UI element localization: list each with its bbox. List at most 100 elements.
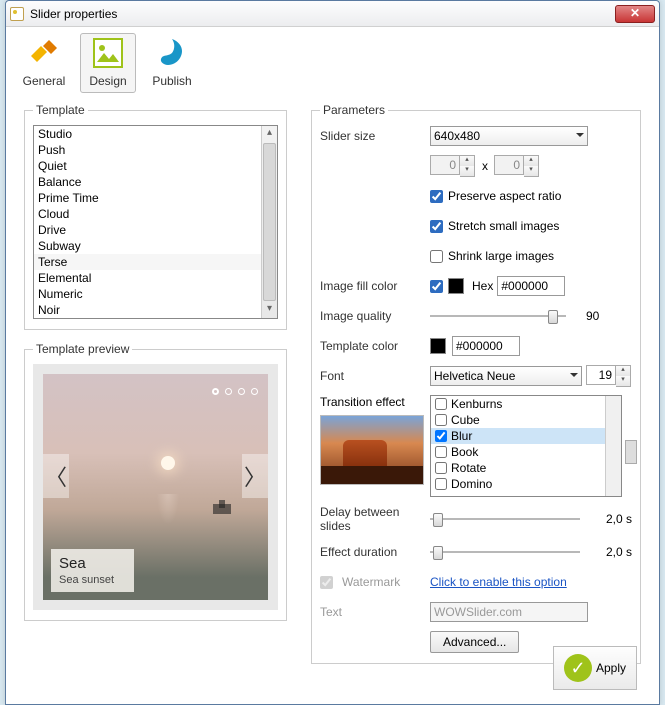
caption-title: Sea xyxy=(59,555,114,572)
template-color-label: Template color xyxy=(320,339,430,353)
effects-list[interactable]: KenburnsCubeBlurBookRotateDomino xyxy=(430,395,622,497)
template-item[interactable]: Cloud xyxy=(34,206,261,222)
apply-label: Apply xyxy=(596,661,626,675)
effect-checkbox[interactable] xyxy=(435,414,447,426)
template-item[interactable]: Push xyxy=(34,142,261,158)
effect-item[interactable]: Cube xyxy=(431,412,605,428)
effects-scroll-thumb[interactable] xyxy=(625,440,637,464)
shrink-checkbox[interactable] xyxy=(430,250,443,263)
effect-checkbox[interactable] xyxy=(435,430,447,442)
preview-sun xyxy=(161,456,175,470)
transition-preview xyxy=(320,415,424,485)
font-select[interactable] xyxy=(430,366,582,386)
text-label: Text xyxy=(320,605,430,619)
template-item[interactable]: Prime Time xyxy=(34,190,261,206)
apply-button[interactable]: ✓ Apply xyxy=(553,646,637,690)
slider-size-label: Slider size xyxy=(320,129,430,143)
caption-subtitle: Sea sunset xyxy=(59,574,114,586)
effect-item[interactable]: Blur xyxy=(431,428,605,444)
effect-item[interactable]: Rotate xyxy=(431,460,605,476)
watermark-label-wrap: Watermark xyxy=(320,575,430,589)
parameters-fieldset: Parameters Slider size ▴▾ x ▴▾ Preserve … xyxy=(311,103,641,664)
tab-general[interactable]: General xyxy=(16,33,72,93)
scroll-up-icon[interactable]: ▴ xyxy=(262,126,277,142)
watermark-enable-link[interactable]: Click to enable this option xyxy=(430,575,567,589)
scrollbar[interactable]: ▴ ▾ xyxy=(261,126,277,318)
effect-label: Domino xyxy=(451,476,492,492)
prev-button[interactable]: 〈 xyxy=(43,454,69,498)
effect-item[interactable]: Book xyxy=(431,444,605,460)
template-item[interactable]: Subway xyxy=(34,238,261,254)
effects-scrollbar[interactable] xyxy=(605,396,621,496)
template-color-input[interactable] xyxy=(452,336,520,356)
effect-duration-slider[interactable] xyxy=(430,543,580,561)
quality-value: 90 xyxy=(586,309,599,323)
template-color-swatch[interactable] xyxy=(430,338,446,354)
template-item[interactable]: Noir xyxy=(34,302,261,318)
toolbar: General Design Publish xyxy=(6,27,659,95)
dot-3[interactable] xyxy=(238,388,245,395)
fill-color-swatch[interactable] xyxy=(448,278,464,294)
effect-duration-value: 2,0 s xyxy=(606,545,632,559)
effect-label: Kenburns xyxy=(451,396,502,412)
delay-value: 2,0 s xyxy=(606,512,632,526)
tab-design-label: Design xyxy=(89,74,126,88)
stretch-label: Stretch small images xyxy=(448,219,559,233)
advanced-button[interactable]: Advanced... xyxy=(430,631,519,653)
template-item[interactable]: Drive xyxy=(34,222,261,238)
preserve-aspect-checkbox[interactable] xyxy=(430,190,443,203)
effect-label: Blur xyxy=(451,428,472,444)
close-button[interactable]: ✕ xyxy=(615,5,655,23)
template-item[interactable]: Balance xyxy=(34,174,261,190)
effect-checkbox[interactable] xyxy=(435,398,447,410)
quality-slider[interactable] xyxy=(430,307,566,325)
effect-checkbox[interactable] xyxy=(435,462,447,474)
next-button[interactable]: 〉 xyxy=(242,454,268,498)
effect-label: Book xyxy=(451,444,478,460)
effect-item[interactable]: Domino xyxy=(431,476,605,492)
dot-2[interactable] xyxy=(225,388,232,395)
effect-checkbox[interactable] xyxy=(435,446,447,458)
app-icon xyxy=(10,7,24,21)
fill-color-checkbox[interactable] xyxy=(430,280,443,293)
preview-reflection xyxy=(155,494,181,530)
template-item[interactable]: Terse xyxy=(34,254,261,270)
dot-4[interactable] xyxy=(251,388,258,395)
fill-hex-input[interactable] xyxy=(497,276,565,296)
tab-general-label: General xyxy=(23,74,66,88)
effect-duration-label: Effect duration xyxy=(320,545,430,559)
slider-size-select[interactable] xyxy=(430,126,588,146)
template-item[interactable]: Elemental xyxy=(34,270,261,286)
effect-checkbox[interactable] xyxy=(435,478,447,490)
titlebar: Slider properties ✕ xyxy=(6,1,659,27)
template-legend: Template xyxy=(33,103,88,117)
pagination-dots xyxy=(212,388,258,395)
dot-1[interactable] xyxy=(212,388,219,395)
row-quality: Image quality 90 xyxy=(320,305,632,327)
size-separator: x xyxy=(482,159,488,173)
effect-item[interactable]: Kenburns xyxy=(431,396,605,412)
font-size-stepper[interactable]: ▴▾ xyxy=(586,365,632,387)
delay-label: Delay between slides xyxy=(320,505,430,533)
tab-design[interactable]: Design xyxy=(80,33,136,93)
tab-publish[interactable]: Publish xyxy=(144,33,200,93)
row-fill-color: Image fill color Hex xyxy=(320,275,632,297)
transition-label: Transition effect xyxy=(320,395,430,409)
stretch-checkbox[interactable] xyxy=(430,220,443,233)
scroll-down-icon[interactable]: ▾ xyxy=(262,302,277,318)
row-shrink: Shrink large images xyxy=(320,245,632,267)
row-effect-duration: Effect duration 2,0 s xyxy=(320,541,632,563)
scroll-thumb[interactable] xyxy=(263,143,276,301)
template-item[interactable]: Studio xyxy=(34,126,261,142)
delay-slider[interactable] xyxy=(430,510,580,528)
text-input xyxy=(430,602,588,622)
template-item[interactable]: Numeric xyxy=(34,286,261,302)
height-stepper[interactable]: ▴▾ xyxy=(494,155,540,177)
watermark-checkbox xyxy=(320,576,333,589)
preview-slide: 〈 〉 Sea Sea sunset xyxy=(43,374,268,600)
template-list[interactable]: StudioPushQuietBalancePrime TimeCloudDri… xyxy=(33,125,278,319)
row-font: Font ▴▾ xyxy=(320,365,632,387)
row-stretch: Stretch small images xyxy=(320,215,632,237)
template-item[interactable]: Quiet xyxy=(34,158,261,174)
width-stepper[interactable]: ▴▾ xyxy=(430,155,476,177)
